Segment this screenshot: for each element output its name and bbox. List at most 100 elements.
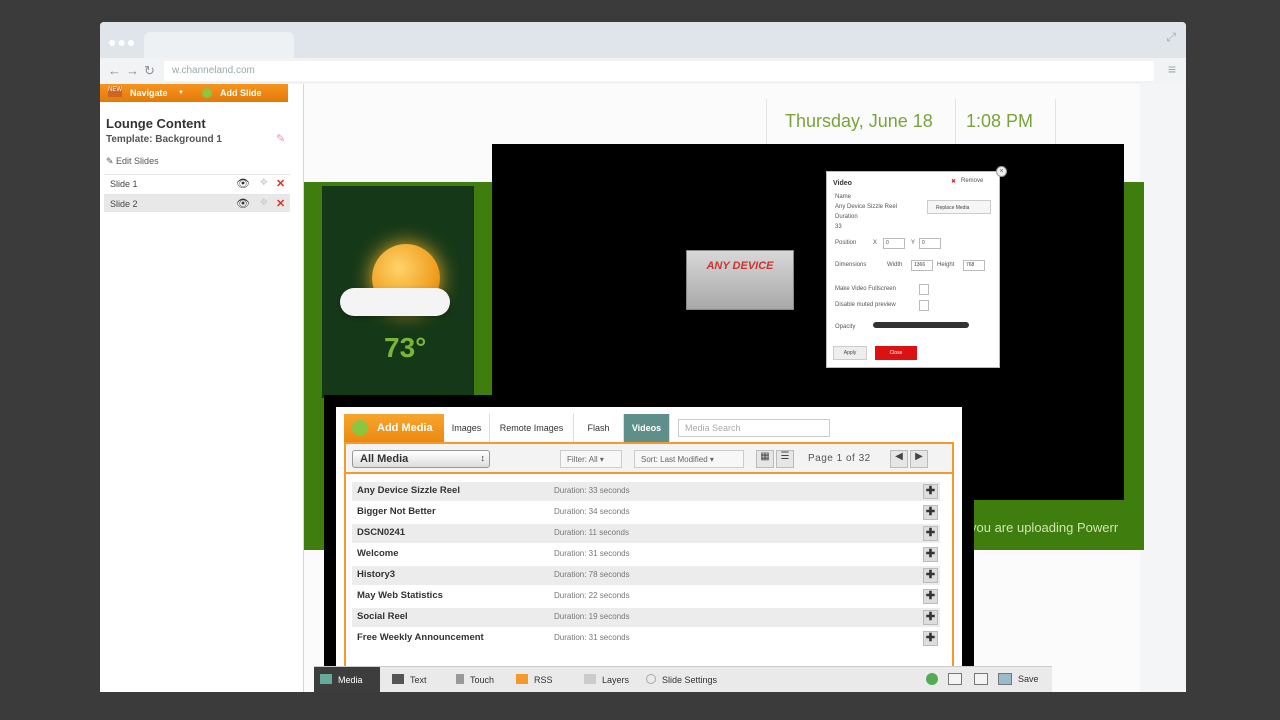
menu-icon[interactable]: ≡ <box>1168 61 1176 77</box>
forward-icon[interactable]: → <box>126 63 139 78</box>
media-name: Welcome <box>357 548 399 559</box>
fullscreen-checkbox[interactable] <box>919 284 929 295</box>
height-input[interactable]: 768 <box>963 260 985 271</box>
edit-template-icon[interactable]: ✎ <box>276 132 285 145</box>
add-media-button[interactable]: Add Media <box>344 414 444 442</box>
ticker-text: you are uploading Powerr <box>970 520 1119 535</box>
tab-videos[interactable]: Videos <box>624 414 670 442</box>
touch-tool-button[interactable]: Touch <box>450 667 514 692</box>
disable-preview-checkbox[interactable] <box>919 300 929 311</box>
list-view-icon[interactable]: ☰ <box>776 450 794 468</box>
media-tool-button[interactable]: Media <box>314 667 380 692</box>
add-item-icon[interactable]: ✚ <box>923 568 938 583</box>
apply-button[interactable]: Apply <box>833 346 867 360</box>
media-row[interactable]: History3 Duration: 78 seconds ✚ <box>352 566 940 585</box>
slide-label: Slide 2 <box>110 199 138 209</box>
media-tabs: Add Media Images Remote Images Flash Vid… <box>344 414 954 442</box>
media-library-window: Add Media Images Remote Images Flash Vid… <box>324 395 974 692</box>
media-duration: Duration: 78 seconds <box>554 570 630 579</box>
opacity-slider[interactable] <box>873 322 969 328</box>
add-slide-icon <box>202 88 212 98</box>
rss-tool-button[interactable]: RSS <box>510 667 570 692</box>
delete-icon[interactable]: ✕ <box>276 197 285 210</box>
add-item-icon[interactable]: ✚ <box>923 631 938 646</box>
x-label: X <box>873 240 878 246</box>
slide-item[interactable]: Slide 2 👁 ✥ ✕ <box>104 194 290 212</box>
edit-slides-link[interactable]: ✎ Edit Slides <box>106 156 159 167</box>
duration-value: 33 <box>835 224 842 230</box>
dialog-close-icon[interactable]: × <box>996 166 1007 177</box>
width-input[interactable]: 1366 <box>911 260 933 271</box>
dimensions-label: Dimensions <box>835 262 867 268</box>
add-item-icon[interactable]: ✚ <box>923 610 938 625</box>
media-library: Add Media Images Remote Images Flash Vid… <box>336 407 962 692</box>
back-icon[interactable]: ← <box>108 63 121 78</box>
media-name: Social Reel <box>357 611 408 622</box>
slide-item[interactable]: Slide 1 👁 ✥ ✕ <box>104 174 290 192</box>
x-input[interactable]: 0 <box>883 238 905 249</box>
media-row[interactable]: Social Reel Duration: 19 seconds ✚ <box>352 608 940 627</box>
move-icon[interactable]: ✥ <box>260 177 268 188</box>
add-item-icon[interactable]: ✚ <box>923 484 938 499</box>
tab-images[interactable]: Images <box>444 414 490 442</box>
tab-remote-images[interactable]: Remote Images <box>490 414 574 442</box>
canvas-grid <box>1140 84 1186 692</box>
navigate-dropdown-icon[interactable]: ▼ <box>178 90 184 96</box>
navigate-button[interactable]: Navigate <box>130 88 168 98</box>
tab-flash[interactable]: Flash <box>574 414 624 442</box>
y-input[interactable]: 0 <box>919 238 941 249</box>
add-item-icon[interactable]: ✚ <box>923 526 938 541</box>
close-button[interactable]: Close <box>875 346 917 360</box>
screen-icon[interactable] <box>974 673 988 685</box>
expand-icon[interactable]: ⤢ <box>1166 30 1176 45</box>
replace-media-button[interactable]: Replace Media <box>927 200 991 214</box>
browser-window: ●●● ⤢ ← → ↻ w.channeland.com ≡ Thursday,… <box>100 22 1186 692</box>
rss-tool-label: RSS <box>534 675 553 685</box>
window-controls[interactable]: ●●● <box>108 34 136 50</box>
layers-icon <box>584 674 596 684</box>
media-row[interactable]: Any Device Sizzle Reel Duration: 33 secon… <box>352 482 940 501</box>
browser-tab[interactable] <box>144 32 294 58</box>
slide-settings-button[interactable]: Slide Settings <box>640 667 736 692</box>
app-content: Thursday, June 18 1:08 PM 73° you are up… <box>100 84 1186 692</box>
media-row[interactable]: Bigger Not Better Duration: 34 seconds ✚ <box>352 503 940 522</box>
url-field[interactable]: w.channeland.com <box>164 61 1154 81</box>
remove-link[interactable]: Remove <box>961 178 983 184</box>
add-item-icon[interactable]: ✚ <box>923 505 938 520</box>
media-type-value: All Media <box>360 453 409 465</box>
address-bar: ← → ↻ w.channeland.com ≡ <box>100 58 1186 84</box>
fullscreen-label: Make Video Fullscreen <box>835 286 896 292</box>
add-slide-button[interactable]: Add Slide <box>220 88 262 98</box>
media-tool-label: Media <box>338 675 363 685</box>
media-row[interactable]: Welcome Duration: 31 seconds ✚ <box>352 545 940 564</box>
save-button[interactable]: Save <box>1018 667 1048 692</box>
next-page-icon[interactable]: ▶ <box>910 450 928 468</box>
touch-tool-label: Touch <box>470 675 495 685</box>
reload-icon[interactable]: ↻ <box>144 63 155 79</box>
new-badge: NEW <box>108 87 122 97</box>
remove-icon[interactable]: ✖ <box>951 178 956 185</box>
sort-dropdown[interactable]: Sort: Last Modified ▾ <box>634 450 744 468</box>
name-label: Name <box>835 194 852 200</box>
delete-icon[interactable]: ✕ <box>276 177 285 190</box>
media-row[interactable]: Free Weekly Announcement Duration: 31 sec… <box>352 629 940 648</box>
media-row[interactable]: DSCN0241 Duration: 11 seconds ✚ <box>352 524 940 543</box>
visibility-icon[interactable]: 👁 <box>236 177 250 190</box>
move-icon[interactable]: ✥ <box>260 197 268 208</box>
media-duration: Duration: 34 seconds <box>554 507 630 516</box>
text-tool-button[interactable]: Text <box>386 667 446 692</box>
media-row[interactable]: May Web Statistics Duration: 22 seconds ✚ <box>352 587 940 606</box>
add-item-icon[interactable]: ✚ <box>923 589 938 604</box>
filter-dropdown[interactable]: Filter: All ▾ <box>560 450 622 468</box>
media-type-select[interactable]: All Media ↕ <box>352 450 490 468</box>
layers-tool-button[interactable]: Layers <box>578 667 638 692</box>
media-search-input[interactable]: Media Search <box>678 419 830 437</box>
video-thumbnail[interactable] <box>686 250 794 310</box>
grid-view-icon[interactable]: ▦ <box>756 450 774 468</box>
add-item-icon[interactable]: ✚ <box>923 547 938 562</box>
preview-icon[interactable] <box>948 673 962 685</box>
status-icon[interactable] <box>926 673 938 685</box>
visibility-icon[interactable]: 👁 <box>236 197 250 210</box>
media-name: DSCN0241 <box>357 527 406 538</box>
prev-page-icon[interactable]: ◀ <box>890 450 908 468</box>
